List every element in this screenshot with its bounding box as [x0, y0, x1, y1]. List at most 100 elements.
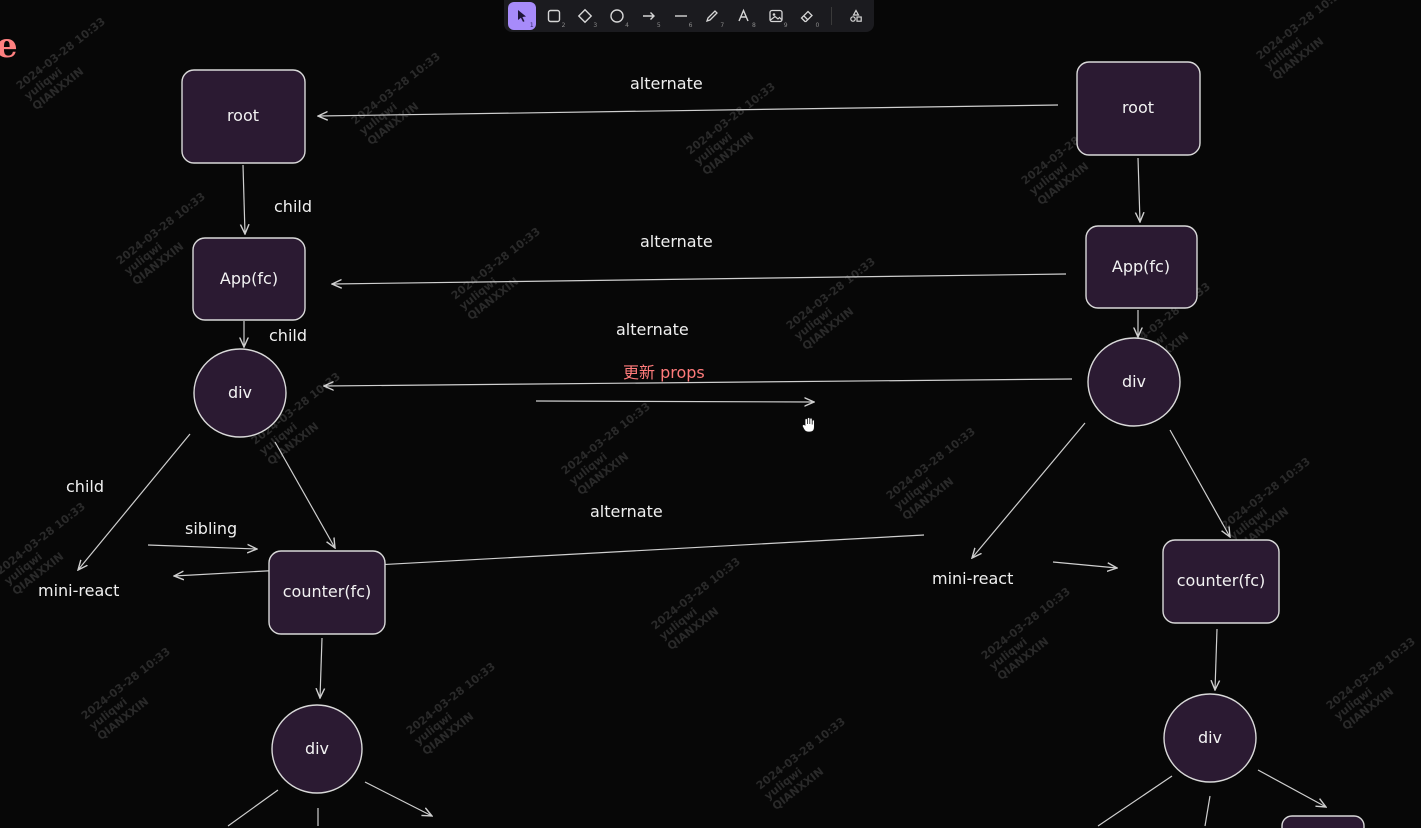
watermark-tile: 2024-03-28 10:33yuliqwiQIANXXIN — [14, 15, 108, 113]
tool-shortcut: 0 — [815, 22, 820, 29]
node-label: root — [1122, 98, 1154, 117]
edge-counter-to-div2-right — [1215, 628, 1217, 690]
tool-shortcut: 1 — [529, 22, 534, 29]
tool-shortcut: 7 — [720, 22, 725, 29]
drawing-canvas[interactable]: 2024-03-28 10:33yuliqwiQIANXXIN 2024-03-2… — [0, 0, 1421, 828]
tool-shortcut: 9 — [783, 22, 788, 29]
node-label: App(fc) — [220, 269, 278, 288]
watermark-tile: 2024-03-28 10:33yuliqwiQIANXXIN — [884, 425, 978, 523]
tool-eraser[interactable]: 0 — [794, 2, 822, 30]
edge-sibling-left — [147, 545, 257, 549]
node-label: div — [1122, 372, 1146, 391]
tool-shortcut: 4 — [625, 22, 629, 29]
node-label: div — [228, 383, 252, 402]
node-label: div — [1198, 728, 1222, 747]
shapes-library-icon — [850, 9, 862, 22]
edge-div-to-counter-right — [1169, 429, 1230, 537]
toolbar-divider — [831, 7, 833, 25]
watermark-tile: 2024-03-28 10:33yuliqwiQIANXXIN — [649, 555, 743, 653]
watermark-tile: 2024-03-28 10:33yuliqwiQIANXXIN — [349, 50, 443, 148]
edge-div-to-minireact-right — [972, 422, 1086, 558]
watermark-tile: 2024-03-28 10:33yuliqwiQIANXXIN — [754, 715, 848, 813]
eraser-icon — [801, 10, 814, 23]
tool-shortcut: 5 — [656, 22, 661, 29]
node-app-right[interactable]: App(fc) — [1085, 225, 1198, 309]
edge-root-to-app-right — [1138, 157, 1140, 222]
watermark-tile: 2024-03-28 10:33yuliqwiQIANXXIN — [559, 400, 653, 498]
node-label: root — [227, 106, 259, 125]
label-alternate-2[interactable]: alternate — [640, 232, 713, 251]
edge-div-to-counter-left — [274, 441, 335, 548]
arrow-icon — [642, 12, 655, 20]
edges-layer — [78, 104, 1326, 827]
line-icon — [674, 15, 687, 17]
edge-div2-down-c-left — [364, 781, 432, 816]
label-child-2[interactable]: child — [269, 326, 307, 345]
edge-div2-down-c-right — [1257, 769, 1326, 807]
edge-div2-down-a-right — [1097, 775, 1173, 827]
tool-arrow[interactable]: 5 — [635, 2, 663, 30]
image-icon — [769, 9, 783, 23]
label-child-3[interactable]: child — [66, 477, 104, 496]
tool-shortcut: 2 — [561, 22, 566, 29]
watermark-tile: 2024-03-28 10:33yuliqwiQIANXXIN — [449, 225, 543, 323]
edge-div2-down-a-left — [227, 789, 279, 827]
edge-div2-down-b-right — [1204, 795, 1211, 827]
edge-root-to-app-left — [243, 164, 245, 234]
node-partial-right[interactable] — [1281, 815, 1365, 828]
pointer-icon — [517, 10, 526, 22]
tool-selection[interactable]: 1 — [508, 2, 536, 30]
pencil-icon — [706, 10, 719, 23]
node-label: counter(fc) — [283, 582, 371, 601]
tool-diamond[interactable]: 3 — [571, 2, 599, 30]
watermark-tile: 2024-03-28 10:33yuliqwiQIANXXIN — [79, 645, 173, 743]
watermark-tile: 2024-03-28 10:33yuliqwiQIANXXIN — [784, 255, 878, 353]
node-root-left[interactable]: root — [181, 69, 306, 164]
label-mini-react-right[interactable]: mini-react — [932, 569, 1013, 588]
tool-ellipse[interactable]: 4 — [603, 2, 631, 30]
label-sibling[interactable]: sibling — [185, 519, 237, 538]
drawing-toolbar: 1 2 3 4 5 6 7 8 9 0 — [504, 0, 874, 32]
rectangle-icon — [547, 9, 560, 23]
label-child-1[interactable]: child — [274, 197, 312, 216]
edge-update-props — [535, 401, 814, 402]
label-mini-react-left[interactable]: mini-react — [38, 581, 119, 600]
watermark-tile: 2024-03-28 10:33yuliqwiQIANXXIN — [1219, 455, 1313, 553]
label-alternate-4[interactable]: alternate — [590, 502, 663, 521]
tool-text[interactable]: 8 — [730, 2, 758, 30]
tool-rectangle[interactable]: 2 — [540, 2, 568, 30]
text-icon — [738, 8, 749, 22]
label-update-props[interactable]: 更新 props — [623, 363, 705, 382]
node-label: App(fc) — [1112, 257, 1170, 276]
tool-shortcut: 3 — [593, 22, 598, 29]
tool-line[interactable]: 6 — [667, 2, 695, 30]
diamond-icon — [578, 8, 593, 24]
hand-cursor-icon — [801, 417, 815, 433]
watermark-tile: 2024-03-28 10:33yuliqwiQIANXXIN — [404, 660, 498, 758]
node-app-left[interactable]: App(fc) — [192, 237, 306, 321]
edge-counter-to-div2-left — [320, 637, 322, 698]
edge-alternate-root — [318, 104, 1059, 116]
whiteboard-stage[interactable]: e 2024-03-28 10:33 yuliqwi QIANXXIN 2024-03… — [0, 0, 1421, 828]
tool-draw[interactable]: 7 — [698, 2, 726, 30]
node-counter-right[interactable]: counter(fc) — [1162, 539, 1280, 624]
ellipse-icon — [610, 9, 624, 23]
watermark-tile: 2024-03-28 10:33yuliqwiQIANXXIN — [684, 80, 778, 178]
tool-shortcut: 6 — [688, 22, 693, 29]
watermark-tile: 2024-03-28 10:33yuliqwiQIANXXIN — [979, 585, 1073, 683]
node-label: div — [305, 739, 329, 758]
node-root-right[interactable]: root — [1076, 61, 1201, 156]
node-counter-left[interactable]: counter(fc) — [268, 550, 386, 635]
node-label: counter(fc) — [1177, 571, 1265, 590]
node-div-left[interactable]: div — [193, 348, 287, 438]
node-div2-left[interactable]: div — [271, 704, 363, 794]
watermark-tile: 2024-03-28 10:33yuliqwiQIANXXIN — [1324, 635, 1418, 733]
node-div2-right[interactable]: div — [1163, 693, 1257, 783]
edge-alternate-app — [332, 273, 1067, 284]
node-div-right[interactable]: div — [1087, 337, 1181, 427]
tool-image[interactable]: 9 — [762, 2, 790, 30]
label-alternate-1[interactable]: alternate — [630, 74, 703, 93]
label-alternate-3[interactable]: alternate — [616, 320, 689, 339]
tool-more[interactable] — [842, 2, 870, 30]
edge-sibling-right — [1052, 561, 1117, 568]
